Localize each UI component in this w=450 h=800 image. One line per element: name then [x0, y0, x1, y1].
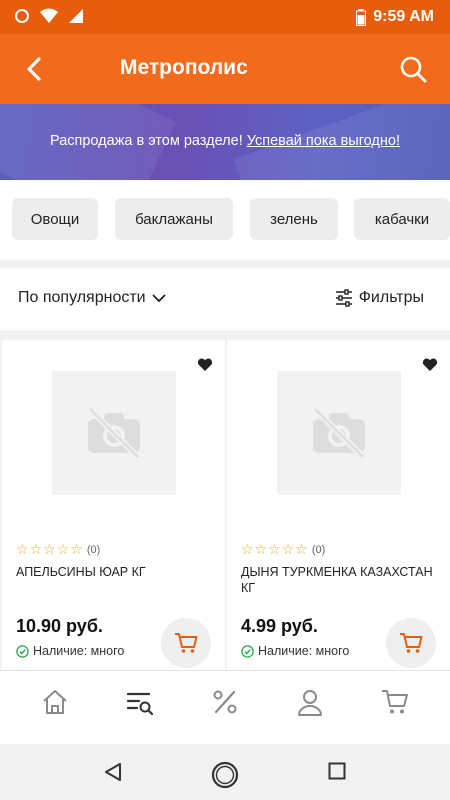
wifi-icon: [40, 8, 58, 23]
home-circle-icon[interactable]: [211, 761, 239, 789]
star-icon: ☆: [29, 541, 43, 557]
stock-label: Наличие: много: [33, 644, 125, 658]
chevron-down-icon: [151, 294, 166, 303]
app-bar: Метрополис: [0, 34, 450, 104]
sort-filter-bar: По популярности Фильтры: [0, 268, 450, 330]
add-to-cart-button[interactable]: [161, 618, 211, 668]
product-card[interactable]: ☆ ☆ ☆ ☆ ☆ (0) ДЫНЯ ТУРКМЕНКА КАЗАХСТАН К…: [227, 340, 450, 670]
ring-icon: [15, 9, 29, 23]
product-price: 4.99 руб.: [241, 616, 318, 636]
check-circle-icon: [241, 644, 254, 658]
product-grid: ☆ ☆ ☆ ☆ ☆ (0) АПЕЛЬСИНЫ ЮАР КГ 10.90 руб…: [0, 340, 450, 670]
category-chip[interactable]: зелень: [250, 198, 338, 240]
sort-dropdown[interactable]: По популярности: [18, 289, 166, 307]
category-chip[interactable]: кабачки: [354, 198, 450, 240]
rating: ☆ ☆ ☆ ☆ ☆ (0): [241, 541, 325, 558]
star-icon: ☆: [254, 541, 268, 557]
banner-message: Распродажа в этом разделе!: [50, 133, 247, 149]
bottom-navigation: [0, 670, 450, 744]
percent-icon[interactable]: [210, 687, 240, 717]
signal-icon: [69, 9, 83, 23]
star-icon: ☆: [295, 541, 308, 557]
star-icon: ☆: [70, 541, 83, 557]
cart-icon: [400, 633, 423, 653]
star-icon: ☆: [268, 541, 281, 557]
star-icon: ☆: [43, 541, 56, 557]
stock-label: Наличие: много: [258, 644, 350, 658]
catalog-search-icon[interactable]: [125, 687, 155, 717]
star-icon: ☆: [241, 541, 254, 557]
product-image-placeholder: [52, 371, 176, 495]
check-circle-icon: [16, 644, 29, 658]
sort-label: По популярности: [18, 289, 146, 306]
product-image-placeholder: [277, 371, 401, 495]
star-icon: ☆: [56, 541, 70, 557]
product-card[interactable]: ☆ ☆ ☆ ☆ ☆ (0) АПЕЛЬСИНЫ ЮАР КГ 10.90 руб…: [2, 340, 225, 670]
heart-icon[interactable]: [197, 358, 213, 372]
product-name[interactable]: ДЫНЯ ТУРКМЕНКА КАЗАХСТАН КГ: [241, 564, 441, 596]
stock-status: Наличие: много: [16, 644, 124, 658]
star-icon: ☆: [16, 541, 29, 557]
product-price: 10.90 руб.: [16, 616, 103, 636]
add-to-cart-button[interactable]: [386, 618, 436, 668]
status-icons: [14, 8, 84, 24]
filter-sliders-icon: [335, 289, 352, 307]
profile-icon[interactable]: [295, 687, 325, 717]
rating: ☆ ☆ ☆ ☆ ☆ (0): [16, 541, 100, 558]
banner-text: Распродажа в этом разделе! Успевай пока …: [0, 133, 450, 149]
rating-count: (0): [86, 543, 101, 556]
system-navigation-bar: [0, 744, 450, 800]
category-chips: Овощи баклажаны зелень кабачки: [0, 180, 450, 260]
filters-button[interactable]: Фильтры: [335, 289, 424, 307]
search-icon[interactable]: [398, 54, 428, 84]
no-photo-icon: [312, 407, 366, 459]
category-chip[interactable]: баклажаны: [115, 198, 233, 240]
sale-banner[interactable]: Распродажа в этом разделе! Успевай пока …: [0, 104, 450, 180]
category-chip[interactable]: Овощи: [12, 198, 98, 240]
no-photo-icon: [87, 407, 141, 459]
page-title: Метрополис: [120, 56, 248, 79]
stock-status: Наличие: много: [241, 644, 349, 658]
battery-icon: [356, 9, 366, 26]
heart-icon[interactable]: [422, 358, 438, 372]
home-icon[interactable]: [40, 687, 70, 717]
recents-square-icon[interactable]: [328, 762, 346, 780]
back-triangle-icon[interactable]: [103, 762, 123, 782]
back-arrow-icon[interactable]: [20, 54, 50, 84]
cart-icon: [175, 633, 198, 653]
product-name[interactable]: АПЕЛЬСИНЫ ЮАР КГ: [16, 564, 216, 580]
status-time: 9:59 AM: [373, 8, 434, 25]
cart-icon[interactable]: [380, 687, 410, 717]
star-icon: ☆: [281, 541, 295, 557]
filters-label: Фильтры: [358, 289, 424, 306]
rating-count: (0): [311, 543, 326, 556]
status-bar: 9:59 AM: [0, 0, 450, 34]
banner-link[interactable]: Успевай пока выгодно!: [247, 133, 400, 149]
